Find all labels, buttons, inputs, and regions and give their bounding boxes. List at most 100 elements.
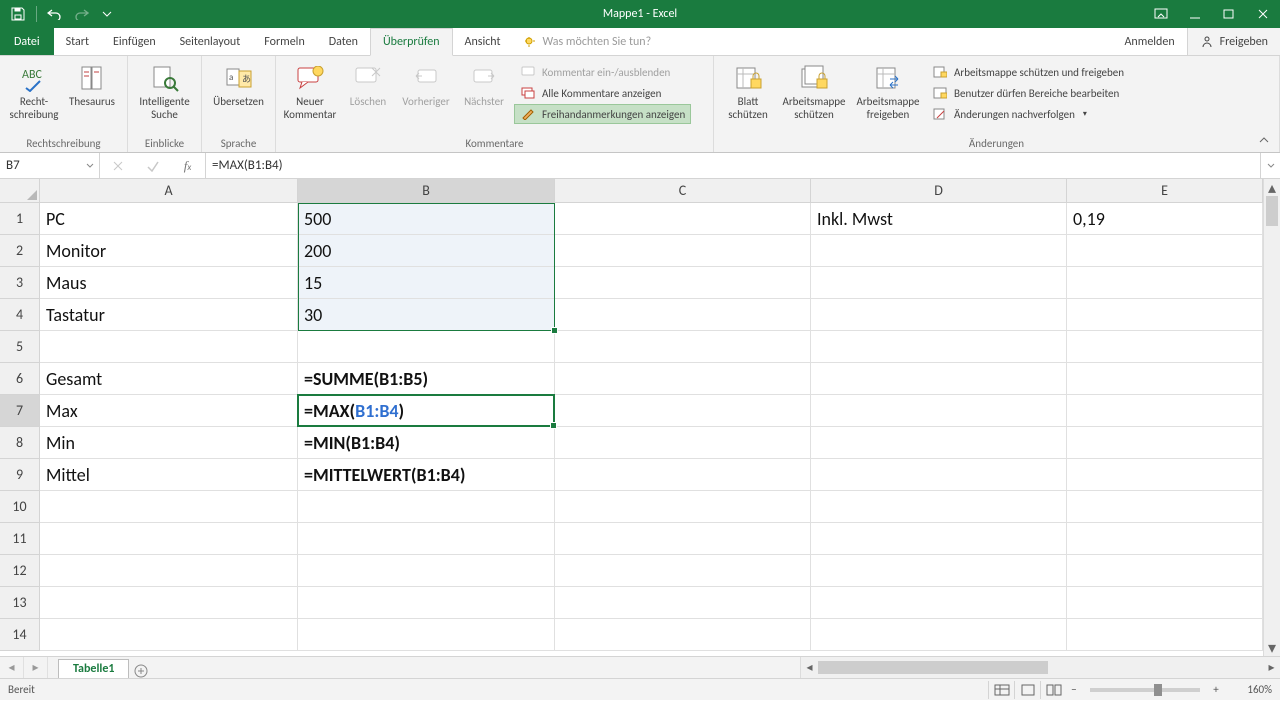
protect-share-button[interactable]: Arbeitsmappe schützen und freigeben: [926, 62, 1130, 82]
name-box[interactable]: B7: [0, 153, 100, 178]
grid[interactable]: A B C D E 1 PC 500 Inkl. Mwst 0,19 2 Mon…: [0, 179, 1263, 656]
cell[interactable]: [1067, 555, 1263, 587]
cell[interactable]: 200: [298, 235, 555, 267]
cell[interactable]: [40, 619, 298, 651]
thesaurus-button[interactable]: Thesaurus: [64, 60, 120, 111]
cell[interactable]: [40, 555, 298, 587]
cell[interactable]: [555, 363, 811, 395]
cell[interactable]: [298, 587, 555, 619]
cell[interactable]: Min: [40, 427, 298, 459]
signin-button[interactable]: Anmelden: [1112, 28, 1186, 55]
cell[interactable]: [811, 587, 1067, 619]
row-header[interactable]: 2: [0, 235, 40, 267]
cell[interactable]: [1067, 619, 1263, 651]
col-header-D[interactable]: D: [811, 179, 1067, 203]
row-header[interactable]: 6: [0, 363, 40, 395]
zoom-slider[interactable]: [1090, 688, 1200, 692]
cell[interactable]: [555, 427, 811, 459]
namebox-dropdown-icon[interactable]: [83, 159, 97, 173]
cell[interactable]: [811, 363, 1067, 395]
cell[interactable]: Mittel: [40, 459, 298, 491]
cell[interactable]: [298, 619, 555, 651]
row-header[interactable]: 1: [0, 203, 40, 235]
cell[interactable]: [1067, 267, 1263, 299]
cell[interactable]: 15: [298, 267, 555, 299]
cell[interactable]: [1067, 299, 1263, 331]
cell[interactable]: [811, 459, 1067, 491]
cell[interactable]: [555, 587, 811, 619]
page-break-view-button[interactable]: [1040, 681, 1066, 699]
cell[interactable]: =SUMME(B1:B5): [298, 363, 555, 395]
cell[interactable]: 500: [298, 203, 555, 235]
cell[interactable]: 0,19: [1067, 203, 1263, 235]
cell[interactable]: [1067, 459, 1263, 491]
vertical-scrollbar[interactable]: ▴ ▾: [1263, 179, 1280, 656]
tab-start[interactable]: Start: [54, 28, 101, 55]
cell[interactable]: [555, 331, 811, 363]
allow-edit-ranges-button[interactable]: Benutzer dürfen Bereiche bearbeiten: [926, 83, 1130, 103]
smart-lookup-button[interactable]: Intelligente Suche: [134, 60, 195, 123]
cell[interactable]: [40, 523, 298, 555]
scroll-up-button[interactable]: ▴: [1264, 179, 1280, 196]
cell[interactable]: =MIN(B1:B4): [298, 427, 555, 459]
row-header[interactable]: 11: [0, 523, 40, 555]
cell[interactable]: [1067, 235, 1263, 267]
zoom-value[interactable]: 160%: [1224, 683, 1272, 696]
cell[interactable]: [1067, 331, 1263, 363]
horizontal-scroll-thumb[interactable]: [818, 661, 1048, 674]
cell[interactable]: [40, 491, 298, 523]
cell[interactable]: [555, 555, 811, 587]
minimize-button[interactable]: [1178, 0, 1212, 28]
cell[interactable]: Tastatur: [40, 299, 298, 331]
cell[interactable]: Gesamt: [40, 363, 298, 395]
collapse-ribbon-button[interactable]: [1254, 130, 1274, 150]
protect-workbook-button[interactable]: Arbeitsmappe schützen: [778, 60, 850, 123]
cell[interactable]: [1067, 587, 1263, 619]
share-button[interactable]: Freigeben: [1187, 28, 1280, 55]
cell[interactable]: PC: [40, 203, 298, 235]
track-changes-button[interactable]: Änderungen nachverfolgen ▾: [926, 104, 1130, 124]
cell[interactable]: Monitor: [40, 235, 298, 267]
new-sheet-button[interactable]: [129, 664, 153, 678]
scroll-down-button[interactable]: ▾: [1264, 639, 1280, 656]
cell[interactable]: 30: [298, 299, 555, 331]
tab-data[interactable]: Daten: [317, 28, 370, 55]
cell[interactable]: [555, 619, 811, 651]
cell[interactable]: [555, 235, 811, 267]
tab-insert[interactable]: Einfügen: [101, 28, 168, 55]
row-header[interactable]: 9: [0, 459, 40, 491]
cell[interactable]: [1067, 427, 1263, 459]
horizontal-scrollbar[interactable]: ◂ ▸: [800, 657, 1280, 678]
new-comment-button[interactable]: Neuer Kommentar: [282, 60, 338, 123]
ribbon-display-options-icon[interactable]: [1144, 0, 1178, 28]
show-ink-button[interactable]: Freihandanmerkungen anzeigen: [514, 104, 691, 124]
sheet-nav-next[interactable]: ▸: [24, 657, 48, 678]
share-workbook-button[interactable]: Arbeitsmappe freigeben: [852, 60, 924, 123]
row-header[interactable]: 7: [0, 395, 40, 427]
cell[interactable]: [1067, 363, 1263, 395]
cell[interactable]: [555, 491, 811, 523]
cell[interactable]: [298, 331, 555, 363]
row-header[interactable]: 12: [0, 555, 40, 587]
cell[interactable]: [1067, 395, 1263, 427]
cell[interactable]: [811, 427, 1067, 459]
cell[interactable]: [1067, 523, 1263, 555]
cell[interactable]: [1067, 491, 1263, 523]
maximize-button[interactable]: [1212, 0, 1246, 28]
scroll-right-button[interactable]: ▸: [1263, 659, 1280, 676]
col-header-B[interactable]: B: [298, 179, 555, 203]
undo-icon[interactable]: [47, 6, 63, 22]
select-all-button[interactable]: [0, 179, 40, 203]
close-button[interactable]: [1246, 0, 1280, 28]
spelling-button[interactable]: ABC Recht- schreibung: [6, 60, 62, 123]
cell[interactable]: [811, 235, 1067, 267]
row-header[interactable]: 8: [0, 427, 40, 459]
tab-pagelayout[interactable]: Seitenlayout: [168, 28, 253, 55]
cell[interactable]: [811, 331, 1067, 363]
scroll-left-button[interactable]: ◂: [801, 659, 818, 676]
cell[interactable]: [298, 555, 555, 587]
tab-formulas[interactable]: Formeln: [252, 28, 316, 55]
row-header[interactable]: 3: [0, 267, 40, 299]
col-header-C[interactable]: C: [555, 179, 811, 203]
cell[interactable]: [811, 619, 1067, 651]
